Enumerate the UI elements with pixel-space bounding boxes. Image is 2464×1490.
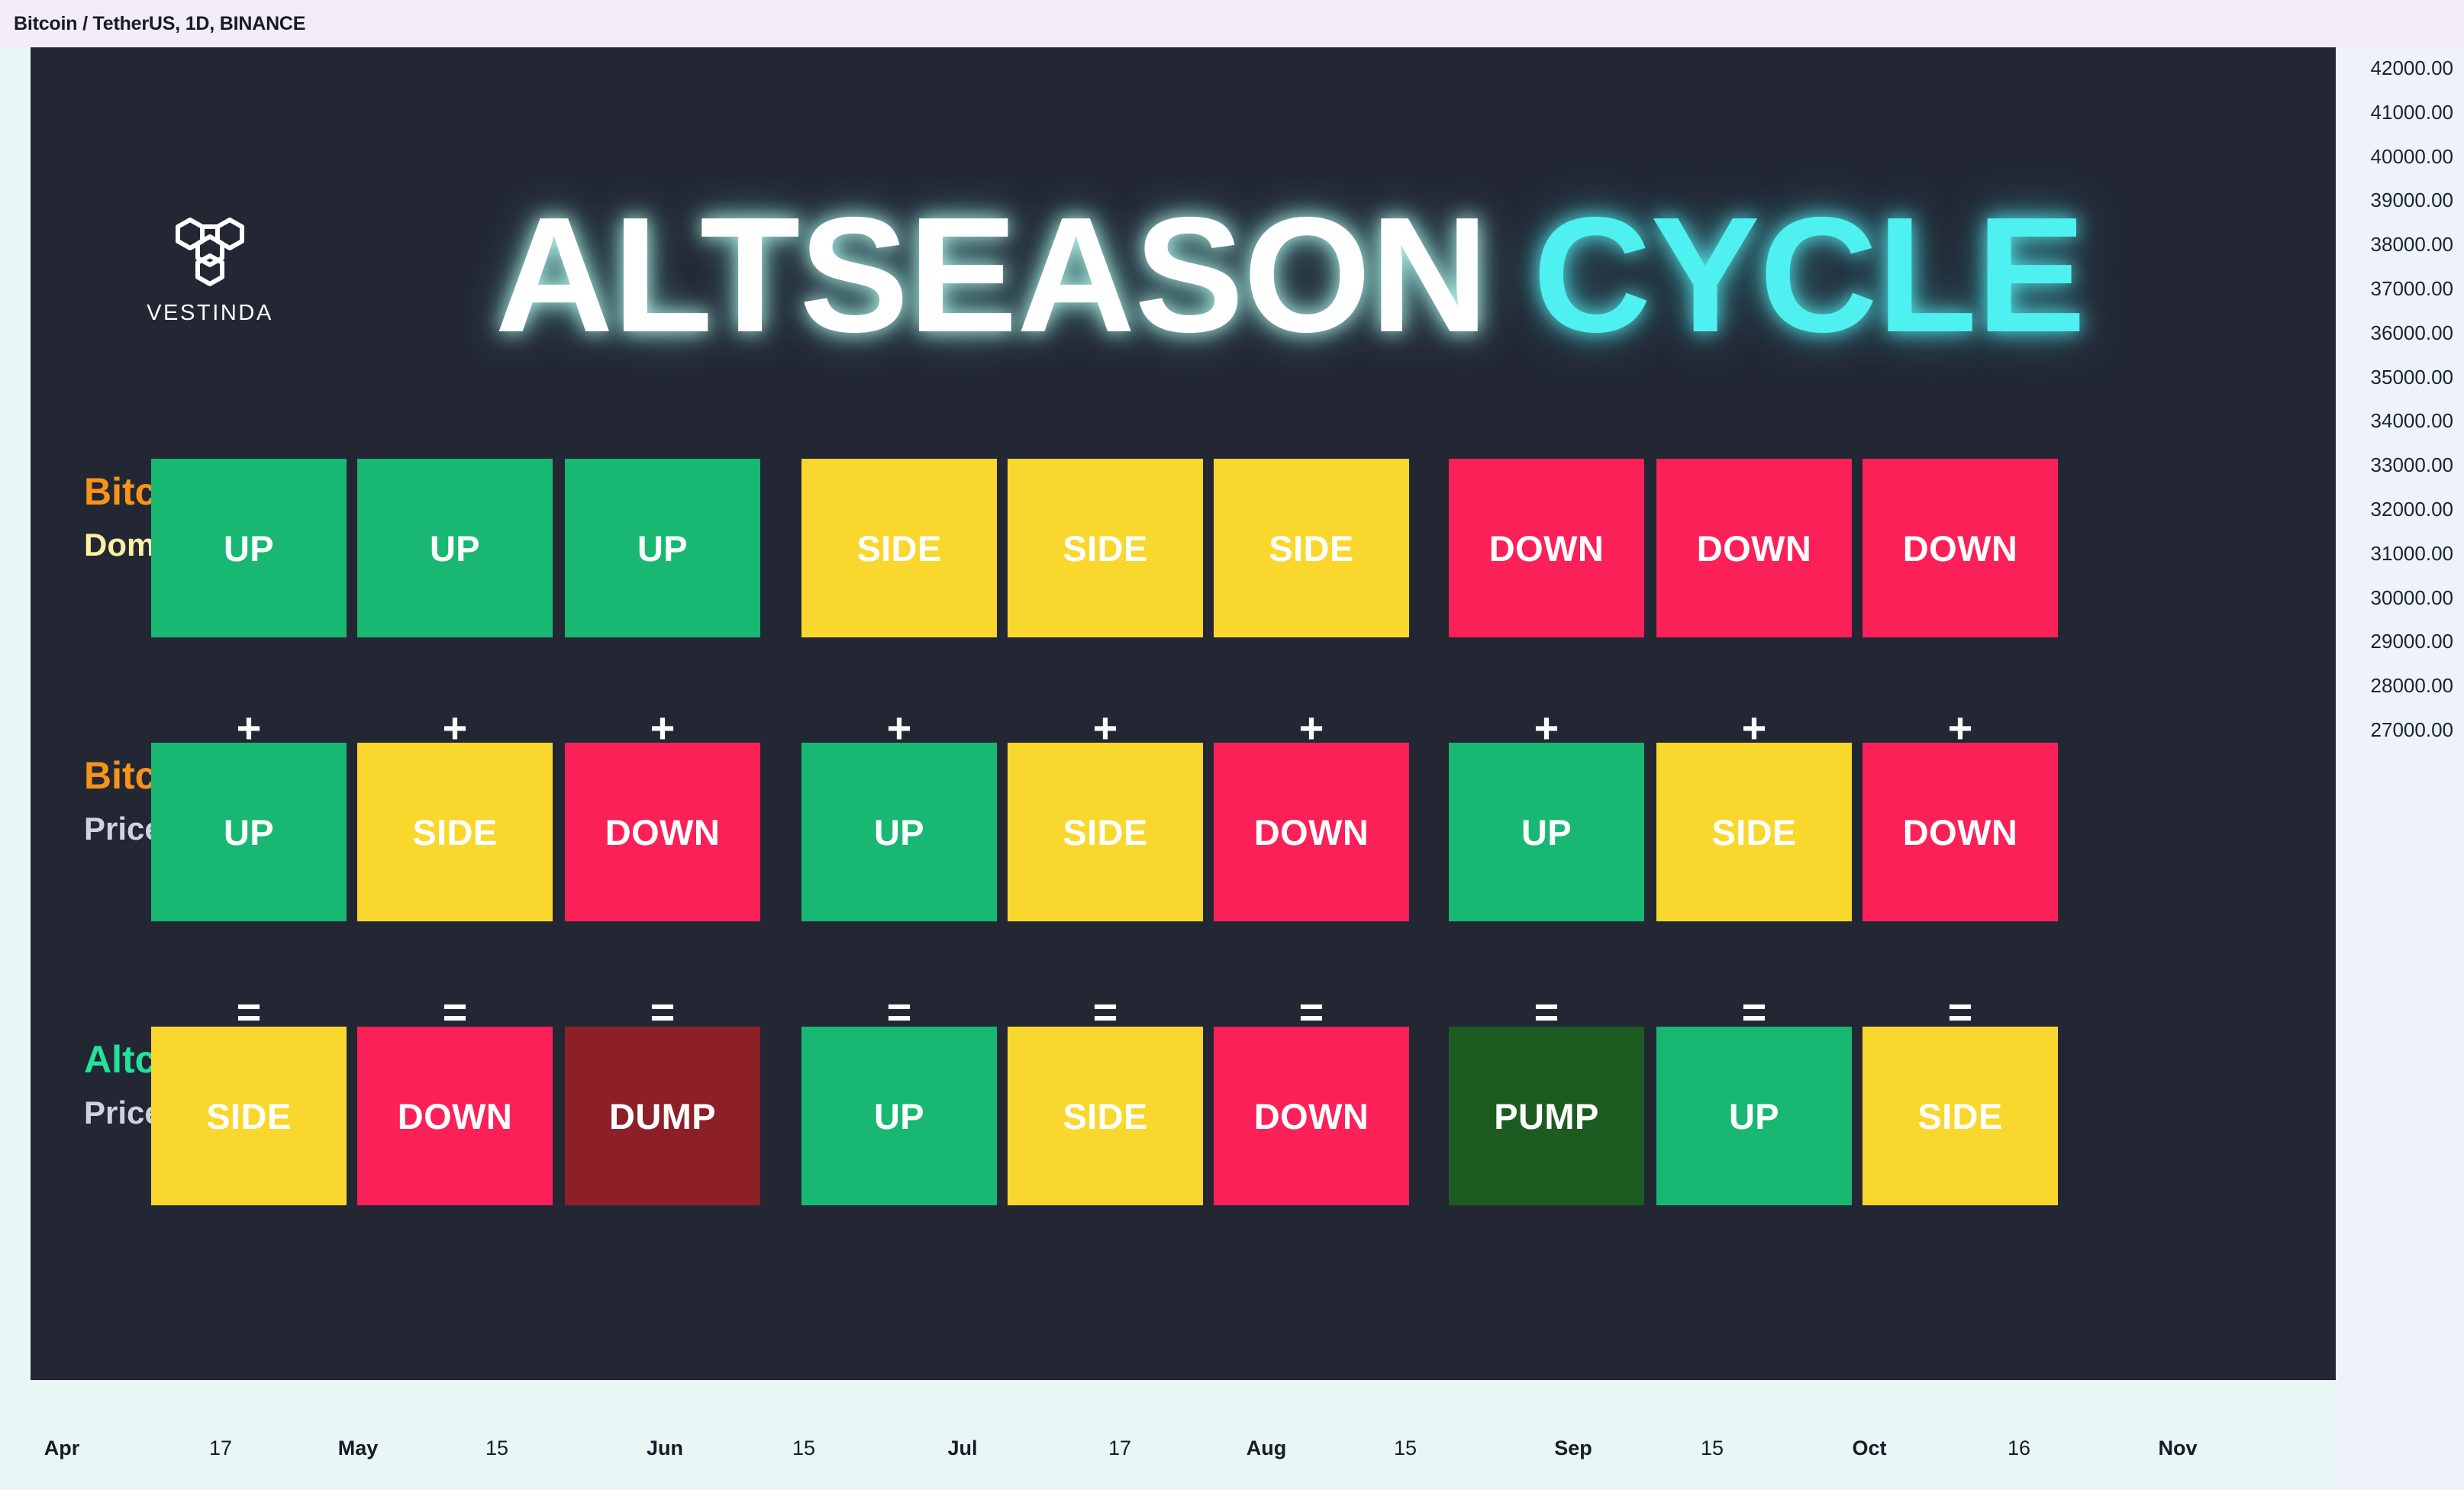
operator-equals: = (1534, 988, 1559, 1036)
price-axis-tick: 34000.00 (2370, 409, 2453, 433)
time-axis-tick: Aug (1246, 1437, 1287, 1459)
price-axis-tick: 28000.00 (2370, 674, 2453, 698)
time-axis-tick: 15 (1700, 1437, 1724, 1459)
operator-plus: + (1298, 704, 1324, 752)
matrix-cell: SIDE (1008, 1027, 1203, 1205)
altseason-matrix: BitcoinDominanceUPUPUPSIDESIDESIDEDOWNDO… (31, 47, 2336, 1380)
chart-panel: VESTINDA ALTSEASON CYCLE BitcoinDominanc… (31, 47, 2336, 1380)
price-axis-tick: 37000.00 (2370, 277, 2453, 300)
operator-equals: = (1947, 988, 1973, 1036)
price-axis-tick: 39000.00 (2370, 189, 2453, 212)
matrix-cell: SIDE (151, 1027, 347, 1205)
operator-plus: + (442, 704, 468, 752)
price-axis-tick: 31000.00 (2370, 541, 2453, 565)
price-axis[interactable]: 42000.00 41000.00 40000.00 39000.00 38000.00… (2336, 47, 2464, 1490)
matrix-cell: DOWN (1449, 459, 1644, 637)
matrix-cell: DOWN (1214, 1027, 1409, 1205)
matrix-cell: DOWN (1656, 459, 1852, 637)
price-axis-tick: 33000.00 (2370, 453, 2453, 477)
operator-equals: = (442, 988, 468, 1036)
price-axis-tick: 35000.00 (2370, 365, 2453, 389)
matrix-cell: SIDE (1863, 1027, 2058, 1205)
matrix-cell: UP (801, 1027, 997, 1205)
chart-screenshot: Bitcoin / TetherUS, 1D, BINANCE 42000.00… (0, 0, 2464, 1490)
time-axis[interactable]: Apr 17 May 15 Jun 15 Jul 17 Aug 15 Sep 15 Oct 16 Nov (0, 1380, 2336, 1490)
price-axis-tick: 40000.00 (2370, 144, 2453, 168)
matrix-cell: UP (357, 459, 553, 637)
matrix-cell: SIDE (1008, 459, 1203, 637)
matrix-cell: SIDE (1656, 743, 1852, 921)
time-axis-tick: May (337, 1437, 379, 1459)
time-axis-tick: 15 (1393, 1437, 1417, 1459)
price-axis-tick: 29000.00 (2370, 630, 2453, 653)
operator-equals: = (650, 988, 676, 1036)
operator-plus: + (1092, 704, 1118, 752)
matrix-cell: SIDE (1214, 459, 1409, 637)
matrix-cell: UP (151, 459, 347, 637)
matrix-cell: UP (151, 743, 347, 921)
price-axis-tick: 36000.00 (2370, 321, 2453, 344)
matrix-cell: SIDE (801, 459, 997, 637)
time-axis-tick: 15 (485, 1437, 509, 1459)
time-axis-tick: 16 (2007, 1437, 2031, 1459)
operator-equals: = (886, 988, 912, 1036)
time-axis-tick: 17 (208, 1437, 233, 1459)
time-axis-tick: Oct (1852, 1437, 1887, 1459)
operator-plus: + (886, 704, 912, 752)
matrix-cell: DOWN (1214, 743, 1409, 921)
time-axis-tick: Apr (44, 1437, 80, 1459)
operator-plus: + (236, 704, 262, 752)
time-axis-tick: Jul (947, 1437, 978, 1459)
matrix-cell: UP (1656, 1027, 1852, 1205)
operator-equals: = (236, 988, 262, 1036)
matrix-cell: DUMP (565, 1027, 760, 1205)
price-axis-tick: 38000.00 (2370, 233, 2453, 256)
time-axis-tick: Sep (1554, 1437, 1592, 1459)
matrix-cell: SIDE (357, 743, 553, 921)
operator-plus: + (1534, 704, 1559, 752)
matrix-cell: DOWN (1863, 459, 2058, 637)
time-axis-tick: 17 (1108, 1437, 1132, 1459)
price-axis-tick: 32000.00 (2370, 498, 2453, 521)
price-axis-tick: 42000.00 (2370, 56, 2453, 79)
matrix-cell: DOWN (357, 1027, 553, 1205)
matrix-cell: UP (1449, 743, 1644, 921)
operator-plus: + (1741, 704, 1767, 752)
time-axis-tick: 15 (792, 1437, 816, 1459)
left-margin-strip (0, 47, 31, 1380)
time-axis-tick: Jun (646, 1437, 684, 1459)
price-axis-tick: 30000.00 (2370, 585, 2453, 609)
matrix-cell: UP (565, 459, 760, 637)
price-axis-tick: 27000.00 (2370, 718, 2453, 741)
matrix-cell: PUMP (1449, 1027, 1644, 1205)
symbol-bar: Bitcoin / TetherUS, 1D, BINANCE (0, 0, 2464, 47)
time-axis-tick: Nov (2158, 1437, 2198, 1459)
price-axis-tick: 41000.00 (2370, 100, 2453, 124)
operator-equals: = (1298, 988, 1324, 1036)
operator-equals: = (1741, 988, 1767, 1036)
matrix-cell: UP (801, 743, 997, 921)
symbol-title[interactable]: Bitcoin / TetherUS, 1D, BINANCE (14, 13, 305, 35)
operator-plus: + (650, 704, 676, 752)
matrix-cell: DOWN (565, 743, 760, 921)
matrix-cell: DOWN (1863, 743, 2058, 921)
matrix-cell: SIDE (1008, 743, 1203, 921)
operator-equals: = (1092, 988, 1118, 1036)
operator-plus: + (1947, 704, 1973, 752)
